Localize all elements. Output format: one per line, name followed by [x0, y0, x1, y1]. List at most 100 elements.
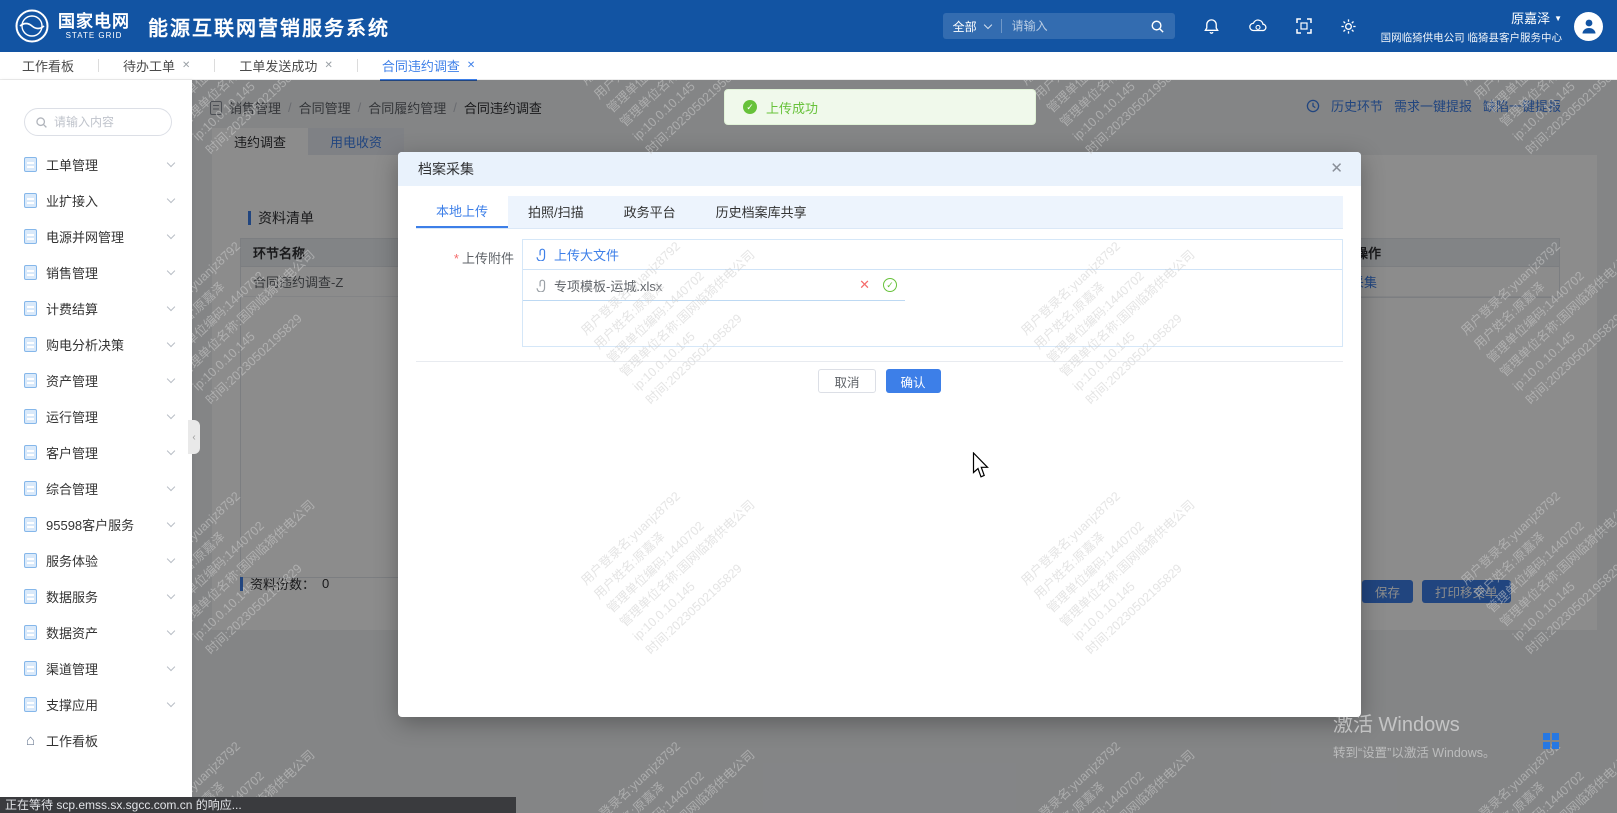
search-scope-select[interactable]: 全部 — [953, 18, 977, 35]
document-icon — [24, 409, 37, 424]
archive-collect-modal: 档案采集 ✕ 本地上传 拍照/扫描 政务平台 历史档案库共享 *上传附件 上传大… — [398, 152, 1361, 717]
upload-area: 上传大文件 专项模板-运城.xlsx ✕ ✓ — [522, 239, 1343, 347]
chevron-down-icon — [167, 230, 175, 238]
document-icon — [24, 553, 37, 568]
modal-header: 档案采集 ✕ — [398, 152, 1361, 186]
app-title: 能源互联网营销服务系统 — [148, 12, 390, 41]
sidebar-item-label: 95598客户服务 — [46, 515, 159, 534]
delete-file-icon[interactable]: ✕ — [859, 277, 870, 293]
close-icon[interactable]: ✕ — [182, 60, 190, 71]
upload-success-toast: ✓ 上传成功 — [724, 89, 1036, 125]
toast-text: 上传成功 — [766, 98, 818, 117]
sidebar-item-label: 数据服务 — [46, 587, 159, 606]
document-icon — [24, 157, 37, 172]
close-icon[interactable]: ✕ — [324, 60, 332, 71]
sidebar-item-label: 销售管理 — [46, 263, 159, 282]
sidebar-item-label: 业扩接入 — [46, 191, 159, 210]
sidebar-item-label: 客户管理 — [46, 443, 159, 462]
sidebar-item-label: 支撑应用 — [46, 695, 159, 714]
sidebar-item-label: 电源并网管理 — [46, 227, 159, 246]
field-label: 上传附件 — [462, 251, 514, 266]
nav-tab-workboard[interactable]: 工作看板 — [18, 52, 78, 80]
chevron-down-icon — [167, 410, 175, 418]
document-icon — [24, 625, 37, 640]
cancel-button[interactable]: 取消 — [818, 369, 875, 393]
caret-down-icon: ▼ — [1554, 14, 1562, 23]
modal-tab-local-upload[interactable]: 本地上传 — [416, 196, 508, 228]
sidebar-item-7[interactable]: 运行管理 — [0, 398, 192, 434]
bell-icon[interactable] — [1203, 18, 1220, 35]
gear-icon[interactable] — [1340, 18, 1357, 35]
sidebar: 工单管理业扩接入电源并网管理销售管理计费结算购电分析决策资产管理运行管理客户管理… — [0, 80, 192, 813]
sidebar-item-4[interactable]: 计费结算 — [0, 290, 192, 326]
user-name: 原嘉泽 — [1511, 11, 1550, 26]
modal-tab-history-archive[interactable]: 历史档案库共享 — [696, 196, 827, 228]
sidebar-item-11[interactable]: 服务体验 — [0, 542, 192, 578]
sidebar-item-5[interactable]: 购电分析决策 — [0, 326, 192, 362]
nav-tab-order-sent[interactable]: 工单发送成功✕ — [235, 52, 336, 80]
uploaded-file-row: 专项模板-运城.xlsx ✕ ✓ — [523, 270, 905, 301]
chevron-down-icon — [167, 446, 175, 454]
file-name: 专项模板-运城.xlsx — [554, 276, 852, 295]
chevron-down-icon — [167, 662, 175, 670]
sidebar-collapse-handle[interactable]: ‹ — [188, 420, 200, 454]
sidebar-item-label: 运行管理 — [46, 407, 159, 426]
sidebar-search-input[interactable] — [54, 115, 161, 129]
sidebar-item-15[interactable]: 支撑应用 — [0, 686, 192, 722]
sidebar-item-13[interactable]: 数据资产 — [0, 614, 192, 650]
close-icon[interactable]: ✕ — [1330, 159, 1343, 177]
chevron-down-icon — [983, 20, 991, 28]
sidebar-search[interactable] — [24, 108, 172, 136]
sidebar-item-3[interactable]: 销售管理 — [0, 254, 192, 290]
cloud-icon[interactable] — [1248, 18, 1268, 34]
fullscreen-scan-icon[interactable] — [1296, 18, 1312, 34]
document-icon — [24, 337, 37, 352]
home-icon: ⌂ — [24, 732, 37, 749]
search-icon — [35, 116, 48, 129]
upload-big-file-link[interactable]: 上传大文件 — [554, 245, 619, 264]
sidebar-item-12[interactable]: 数据服务 — [0, 578, 192, 614]
chevron-down-icon — [167, 554, 175, 562]
user-block[interactable]: 原嘉泽▼ 国网临猗供电公司 临猗县客户服务中心 — [1381, 8, 1562, 45]
sidebar-item-9[interactable]: 综合管理 — [0, 470, 192, 506]
global-search[interactable]: 全部 — [943, 13, 1175, 39]
chevron-down-icon — [167, 302, 175, 310]
document-icon — [24, 697, 37, 712]
modal-title: 档案采集 — [418, 159, 474, 179]
sidebar-item-8[interactable]: 客户管理 — [0, 434, 192, 470]
paperclip-icon — [535, 279, 547, 292]
sidebar-item-14[interactable]: 渠道管理 — [0, 650, 192, 686]
document-icon — [24, 373, 37, 388]
confirm-button[interactable]: 确认 — [886, 369, 941, 393]
sidebar-item-6[interactable]: 资产管理 — [0, 362, 192, 398]
sidebar-item-workboard[interactable]: ⌂ 工作看板 — [0, 722, 192, 758]
state-grid-logo: 国家电网 STATE GRID — [0, 8, 130, 44]
upload-success-icon: ✓ — [883, 278, 897, 292]
chevron-down-icon — [167, 590, 175, 598]
search-icon[interactable] — [1150, 19, 1165, 34]
nav-tab-contract-breach[interactable]: 合同违约调查✕ — [378, 52, 479, 80]
floating-widget-icon[interactable] — [1543, 733, 1559, 749]
sidebar-item-label: 数据资产 — [46, 623, 159, 642]
success-check-icon: ✓ — [743, 100, 757, 114]
modal-tab-photo-scan[interactable]: 拍照/扫描 — [508, 196, 604, 228]
nav-tab-todo[interactable]: 待办工单✕ — [119, 52, 194, 80]
brand-en: STATE GRID — [58, 32, 130, 40]
avatar[interactable] — [1574, 12, 1603, 41]
modal-footer: 取消 确认 — [416, 361, 1343, 393]
chevron-down-icon — [167, 338, 175, 346]
sidebar-item-0[interactable]: 工单管理 — [0, 146, 192, 182]
global-search-input[interactable] — [1012, 19, 1150, 33]
paperclip-icon — [535, 248, 547, 261]
close-icon[interactable]: ✕ — [467, 60, 475, 71]
sidebar-item-1[interactable]: 业扩接入 — [0, 182, 192, 218]
modal-tab-gov-platform[interactable]: 政务平台 — [604, 196, 696, 228]
document-icon — [24, 265, 37, 280]
brand-cn: 国家电网 — [58, 13, 130, 30]
chevron-down-icon — [167, 194, 175, 202]
sidebar-item-2[interactable]: 电源并网管理 — [0, 218, 192, 254]
sidebar-item-10[interactable]: 95598客户服务 — [0, 506, 192, 542]
document-icon — [24, 193, 37, 208]
modal-tabs: 本地上传 拍照/扫描 政务平台 历史档案库共享 — [416, 196, 1343, 229]
upload-big-file-row[interactable]: 上传大文件 — [523, 240, 1342, 270]
